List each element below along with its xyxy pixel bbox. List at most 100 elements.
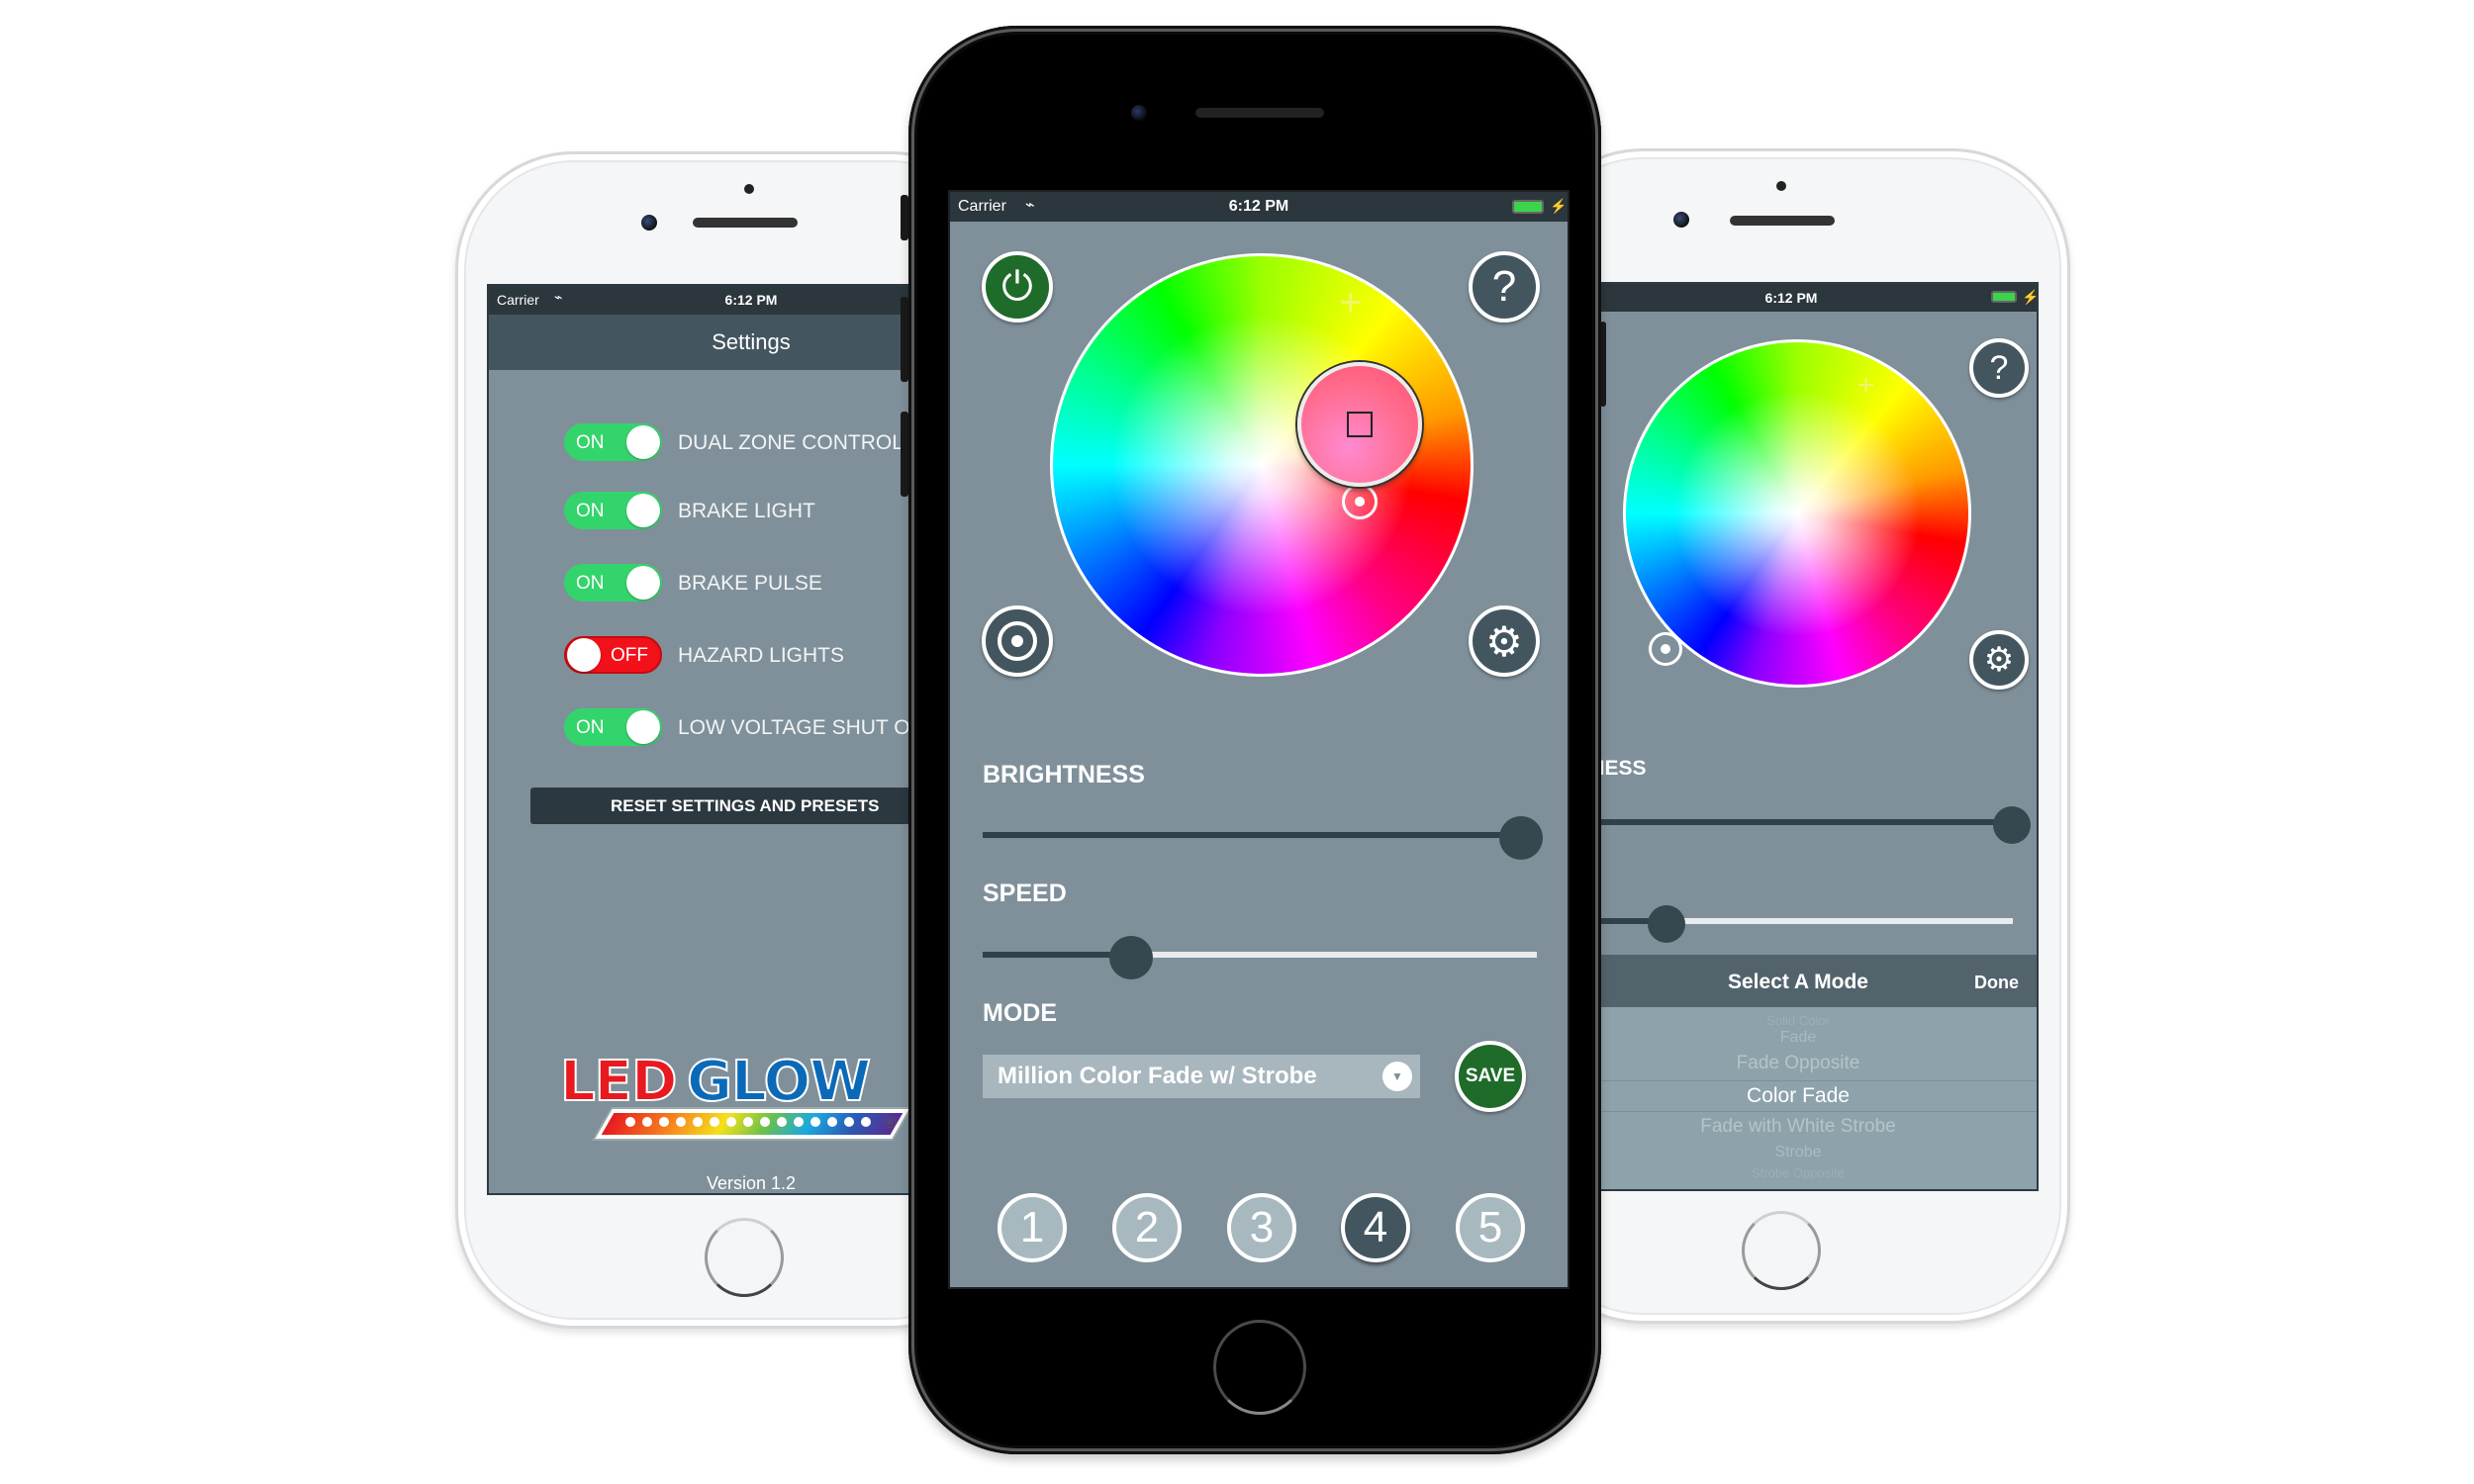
toggle-state: OFF	[611, 645, 648, 666]
setting-label: LOW VOLTAGE SHUT OFF	[678, 716, 936, 739]
control-screen-picker: 6:12 PM ⚡ + ? ⚙ GHTNESS ED Select A Mode…	[1544, 282, 2039, 1191]
status-time: 6:12 PM	[1764, 290, 1818, 306]
settings-button[interactable]: ⚙	[1969, 630, 2029, 690]
gear-icon: ⚙	[1983, 641, 2015, 679]
volume-down-button	[901, 412, 908, 497]
toggle-low-voltage-shut-off[interactable]: ON	[564, 708, 662, 746]
help-button[interactable]: ?	[1469, 251, 1540, 323]
proximity-sensor	[1776, 181, 1786, 191]
toggle-knob	[626, 566, 660, 600]
brightness-label: BRIGHTNESS	[983, 761, 1145, 788]
color-wheel[interactable]	[1050, 253, 1474, 677]
save-button[interactable]: SAVE	[1455, 1041, 1526, 1112]
reset-settings-label: RESET SETTINGS AND PRESETS	[611, 796, 880, 815]
setting-label: BRAKE LIGHT	[678, 500, 815, 522]
led-dot	[794, 1117, 804, 1127]
brightness-thumb[interactable]	[1993, 806, 2031, 844]
toggle-brake-light[interactable]: ON	[564, 492, 662, 529]
front-camera	[1673, 212, 1689, 228]
chevron-down-icon: ▼	[1382, 1062, 1412, 1091]
setting-label: DUAL ZONE CONTROL	[678, 431, 904, 454]
led-dot	[659, 1117, 669, 1127]
color-magnifier	[1297, 362, 1422, 487]
brightness-thumb[interactable]	[1499, 816, 1543, 860]
home-button[interactable]	[705, 1218, 784, 1297]
earpiece-speaker	[693, 218, 798, 228]
preset-label: 4	[1363, 1203, 1388, 1252]
toggle-knob	[626, 494, 660, 527]
speed-slider[interactable]	[983, 952, 1537, 958]
preset-label: 5	[1477, 1203, 1503, 1252]
speed-thumb[interactable]	[1109, 936, 1153, 979]
led-dot	[676, 1117, 686, 1127]
earpiece-speaker	[1195, 108, 1324, 118]
front-camera	[1131, 105, 1147, 121]
led-dot	[726, 1117, 736, 1127]
toggle-dual-zone-control[interactable]: ON	[564, 423, 662, 461]
picker-option[interactable]: Fade Opposite	[1546, 1053, 2037, 1074]
power-icon: ⏻	[1001, 264, 1033, 309]
gear-icon: ⚙	[1485, 617, 1523, 665]
control-screen: Carrier ⌁ 6:12 PM ⚡ ⏻ ? ⚙ + BRIGHTNESS S…	[948, 190, 1570, 1289]
preset-button-5[interactable]: 5	[1456, 1193, 1525, 1262]
mute-switch	[901, 195, 908, 240]
help-icon: ?	[1491, 262, 1517, 311]
picker-option[interactable]: Strobe	[1546, 1144, 2037, 1161]
power-button[interactable]: ⏻	[982, 251, 1053, 323]
preset-button-2[interactable]: 2	[1112, 1193, 1182, 1262]
front-camera	[641, 215, 657, 231]
brightness-slider[interactable]	[1546, 819, 2013, 825]
status-bar: 6:12 PM ⚡	[1546, 284, 2037, 312]
mode-label: MODE	[983, 999, 1057, 1027]
toggle-state: ON	[576, 432, 605, 453]
home-button[interactable]	[1742, 1211, 1821, 1290]
color-selector-handle[interactable]	[1649, 632, 1682, 666]
status-bar: Carrier ⌁ 6:12 PM ⚡	[950, 192, 1568, 222]
picker-option[interactable]: Fade with White Strobe	[1546, 1116, 2037, 1138]
toggle-knob	[626, 710, 660, 744]
selector-dot	[1355, 497, 1365, 507]
speed-rest	[1666, 918, 2013, 924]
led-dot	[625, 1117, 635, 1127]
settings-button[interactable]: ⚙	[1469, 605, 1540, 677]
target-button[interactable]	[982, 605, 1053, 677]
charging-icon: ⚡	[1550, 198, 1568, 214]
logo-led-dots	[625, 1109, 883, 1139]
home-button[interactable]	[1213, 1320, 1306, 1415]
help-button[interactable]: ?	[1969, 338, 2029, 398]
registered-mark: ®	[885, 1115, 897, 1132]
preset-label: 3	[1249, 1203, 1275, 1252]
preset-button-4[interactable]: 4	[1341, 1193, 1410, 1262]
speed-slider[interactable]	[1546, 918, 2013, 924]
picker-toolbar: Select A Mode Done	[1546, 955, 2037, 1007]
mode-dropdown[interactable]: Million Color Fade w/ Strobe ▼	[983, 1055, 1420, 1098]
magnifier-target-square	[1347, 412, 1373, 437]
picker-option[interactable]: Strobe Opposite	[1546, 1165, 2037, 1180]
done-button[interactable]: Done	[1974, 973, 2019, 993]
picker-option-selected[interactable]: Color Fade	[1546, 1080, 2037, 1112]
picker-option[interactable]: Fade	[1546, 1029, 2037, 1047]
toggle-hazard-lights[interactable]: OFF	[564, 636, 662, 674]
mode-picker-wheel[interactable]: Solid Color Fade Fade Opposite Color Fad…	[1546, 1007, 2037, 1189]
brightness-fill	[1546, 819, 2013, 825]
crosshair-icon: +	[1339, 281, 1363, 325]
preset-button-1[interactable]: 1	[998, 1193, 1067, 1262]
help-icon: ?	[1989, 348, 2009, 387]
led-dot	[844, 1117, 854, 1127]
mode-selected-value: Million Color Fade w/ Strobe	[998, 1063, 1317, 1089]
led-dot	[827, 1117, 837, 1127]
toggle-state: ON	[576, 573, 605, 594]
logo-glow: GLOW	[686, 1049, 872, 1115]
toggle-brake-pulse[interactable]: ON	[564, 564, 662, 602]
brightness-slider[interactable]	[983, 832, 1522, 838]
speed-label: SPEED	[983, 880, 1067, 907]
preset-button-3[interactable]: 3	[1227, 1193, 1296, 1262]
page-title: Settings	[712, 329, 791, 354]
color-selector-handle[interactable]	[1342, 484, 1378, 519]
led-dot	[760, 1117, 770, 1127]
led-dot	[743, 1117, 753, 1127]
picker-option[interactable]: Solid Color	[1546, 1013, 2037, 1028]
led-dot	[861, 1117, 871, 1127]
speed-thumb[interactable]	[1648, 905, 1685, 943]
led-dot	[777, 1117, 787, 1127]
